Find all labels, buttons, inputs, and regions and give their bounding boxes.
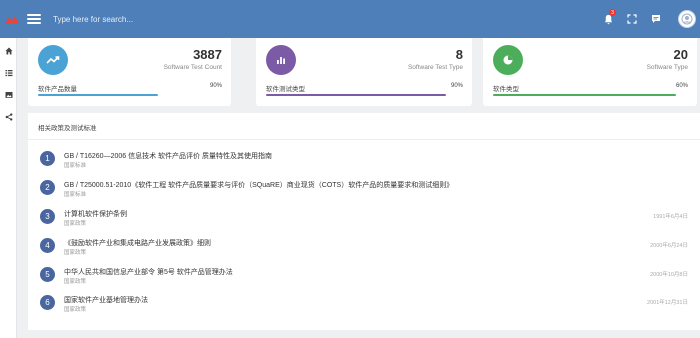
item-number: 2 <box>40 180 55 195</box>
divider <box>28 139 700 140</box>
stat-value: 8 <box>455 47 463 62</box>
item-category: 国家标准 <box>64 192 87 198</box>
stat-progress-bar <box>493 94 676 96</box>
item-title[interactable]: 计算机软件保护条例 <box>64 209 127 219</box>
item-date: 2000年10月8日 <box>650 272 688 278</box>
item-date: 2000年6月24日 <box>650 243 688 249</box>
stat-progress-bar <box>38 94 158 96</box>
sidebar <box>0 38 17 338</box>
item-category: 国家标准 <box>64 163 87 169</box>
list-item[interactable]: 1 GB / T16260—2006 信息技术 软件产品评价 质量特性及其使用指… <box>28 147 700 175</box>
item-category: 国家政策 <box>64 279 87 285</box>
item-number: 6 <box>40 295 55 310</box>
stat-card-software-type[interactable]: 20 Software Type 软件类型 60% <box>483 38 697 106</box>
user-avatar[interactable] <box>678 10 696 28</box>
sidebar-image-icon[interactable] <box>0 84 17 106</box>
item-category: 国家政策 <box>64 250 87 256</box>
item-title[interactable]: 中华人民共和国信息产业部令 第5号 软件产品管理办法 <box>64 267 233 277</box>
item-title[interactable]: 《鼓励软件产业和集成电路产业发展政策》细则 <box>64 238 211 248</box>
item-title[interactable]: GB / T25000.51-2010《软件工程 软件产品质量要求与评价（SQu… <box>64 180 453 190</box>
sidebar-home-icon[interactable] <box>0 40 17 62</box>
stat-label: 软件产品数量 <box>38 86 77 93</box>
item-title[interactable]: GB / T16260—2006 信息技术 软件产品评价 质量特性及其使用指南 <box>64 151 272 161</box>
stat-label: 软件类型 <box>493 86 519 93</box>
list-item[interactable]: 3 计算机软件保护条例 国家政策 1991年6月4日 <box>28 205 700 233</box>
list-item[interactable]: 6 国家软件产业基地管理办法 国家政策 2001年12月31日 <box>28 291 700 319</box>
stat-subtitle: Software Type <box>646 64 688 71</box>
item-number: 1 <box>40 151 55 166</box>
stat-percent: 90% <box>450 83 463 89</box>
app-logo[interactable] <box>2 0 22 38</box>
stat-percent: 60% <box>675 83 688 89</box>
list-item[interactable]: 5 中华人民共和国信息产业部令 第5号 软件产品管理办法 国家政策 2000年1… <box>28 263 700 291</box>
stat-value: 3887 <box>193 47 222 62</box>
item-number: 5 <box>40 267 55 282</box>
fullscreen-icon[interactable] <box>620 7 644 31</box>
stat-label: 软件测试类型 <box>266 86 305 93</box>
sidebar-list-icon[interactable] <box>0 62 17 84</box>
stats-cards: 3887 Software Test Count 软件产品数量 90% 8 So… <box>28 38 700 106</box>
stat-value: 20 <box>673 47 688 62</box>
item-title[interactable]: 国家软件产业基地管理办法 <box>64 295 148 305</box>
stat-subtitle: Software Test Type <box>407 64 463 71</box>
item-date: 1991年6月4日 <box>653 214 688 220</box>
item-category: 国家政策 <box>64 307 87 313</box>
stat-card-test-type[interactable]: 8 Software Test Type 软件测试类型 90% <box>256 38 472 106</box>
list-item[interactable]: 4 《鼓励软件产业和集成电路产业发展政策》细则 国家政策 2000年6月24日 <box>28 234 700 262</box>
hamburger-menu-icon[interactable] <box>27 14 41 24</box>
bar-chart-icon <box>266 45 296 75</box>
stat-card-test-count[interactable]: 3887 Software Test Count 软件产品数量 90% <box>28 38 231 106</box>
stat-progress-bar <box>266 94 446 96</box>
sidebar-share-icon[interactable] <box>0 106 17 128</box>
policy-panel: 相关政策及测试标准 1 GB / T16260—2006 信息技术 软件产品评价… <box>28 113 700 330</box>
item-category: 国家政策 <box>64 221 87 227</box>
stat-percent: 90% <box>209 83 222 89</box>
notification-bell-icon[interactable]: 3 <box>596 7 620 31</box>
item-date: 2001年12月31日 <box>647 300 688 306</box>
list-item[interactable]: 2 GB / T25000.51-2010《软件工程 软件产品质量要求与评价（S… <box>28 176 700 204</box>
message-icon[interactable] <box>644 7 668 31</box>
item-number: 4 <box>40 238 55 253</box>
stat-subtitle: Software Test Count <box>163 64 222 71</box>
search-input[interactable]: Type here for search... <box>53 15 353 24</box>
trend-up-icon <box>38 45 68 75</box>
top-bar: Type here for search... 3 <box>0 0 700 38</box>
panel-title: 相关政策及测试标准 <box>38 125 97 132</box>
item-number: 3 <box>40 209 55 224</box>
pie-chart-icon <box>493 45 523 75</box>
notification-badge: 3 <box>609 9 616 16</box>
